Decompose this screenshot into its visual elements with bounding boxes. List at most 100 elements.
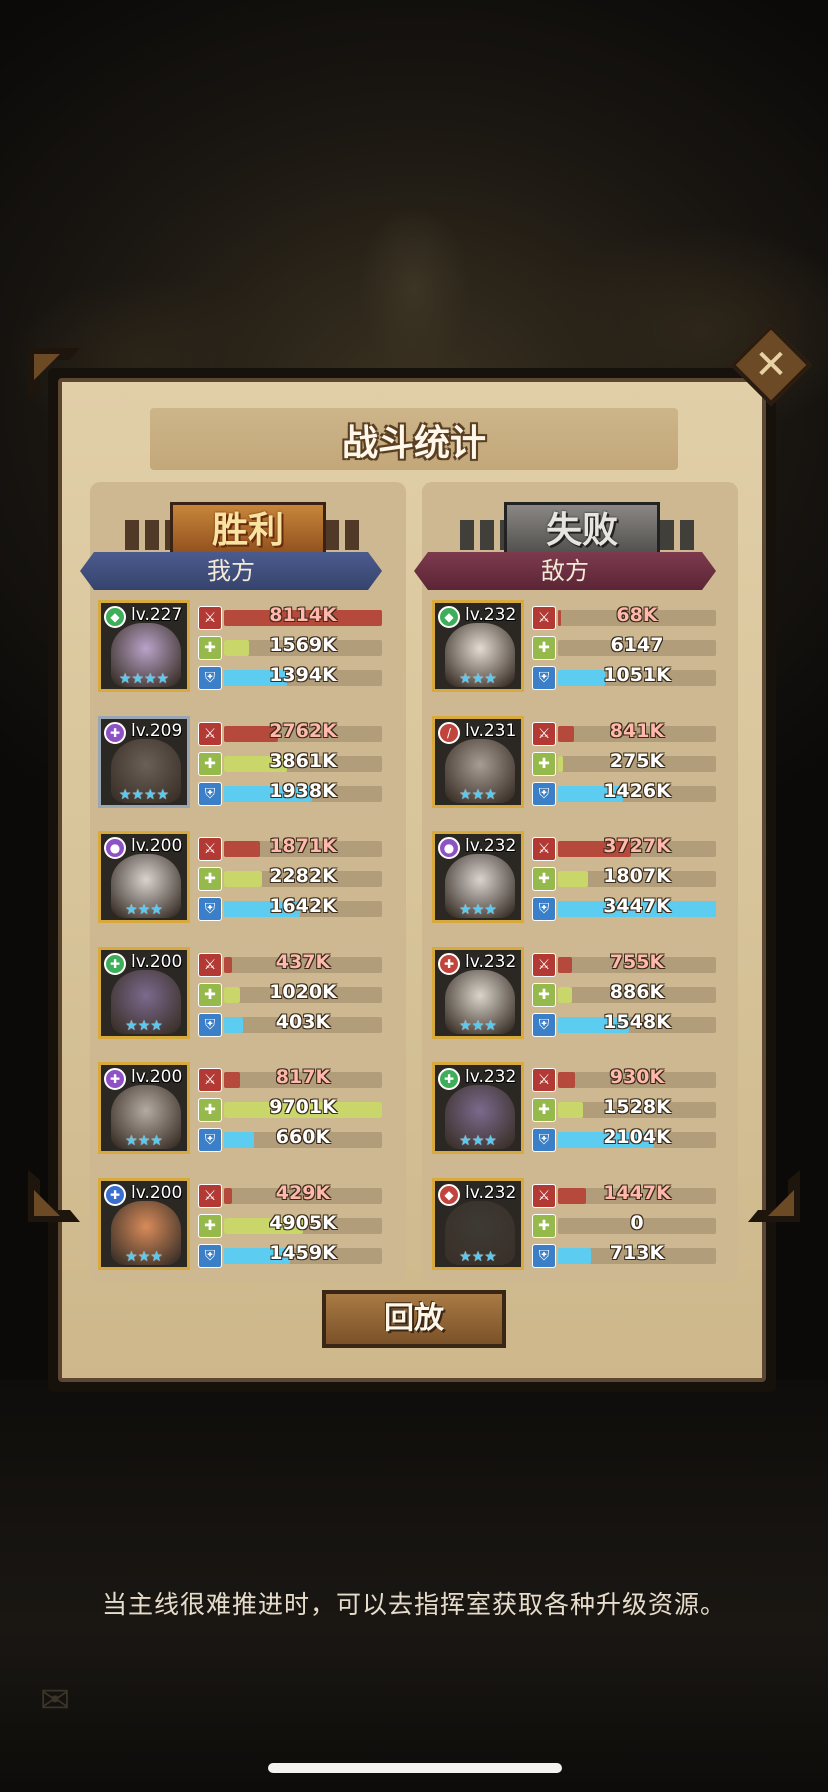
healing-value: 4905K [269, 1211, 337, 1234]
element-icon: ◆ [438, 1183, 460, 1206]
healing-stat: ✚ 9701K [198, 1096, 382, 1122]
hero-card[interactable]: ✚ lv.200 ★★★ ⚔ 817K ✚ 9701K ⛨ 660K [88, 1062, 384, 1158]
hero-card[interactable]: ◆ lv.232 ★★★ ⚔ 68K ✚ 6147 ⛨ 1051K [422, 600, 718, 696]
damage-value: 1871K [269, 835, 337, 857]
damage-value: 2762K [269, 719, 337, 742]
damage-stat: ⚔ 1447K [532, 1182, 716, 1208]
damage-taken-value: 1426K [603, 779, 671, 802]
hero-level: lv.200 [131, 836, 183, 856]
hero-stars: ★★★★ [118, 786, 170, 803]
damage-value: 68K [616, 604, 658, 626]
damage-taken-value: 3447K [603, 895, 671, 917]
healing-value: 1569K [269, 634, 337, 656]
damage-taken-stat: ⛨ 660K [198, 1126, 382, 1152]
hero-card[interactable]: ◆ lv.227 ★★★★ ⚔ 8114K ✚ 1569K ⛨ 1394K [88, 600, 384, 696]
sword-icon: ⚔ [198, 606, 222, 630]
element-icon: ✚ [104, 721, 126, 744]
shield-icon: ⛨ [532, 781, 556, 806]
damage-stat: ⚔ 755K [532, 951, 716, 977]
hero-portrait[interactable]: ✚ lv.232 ★★★ [432, 1062, 524, 1154]
healing-stat: ✚ 275K [532, 750, 716, 776]
hero-level: lv.232 [465, 1067, 517, 1087]
damage-value: 930K [609, 1066, 665, 1088]
element-icon: ✚ [104, 1068, 126, 1090]
heal-icon: ✚ [198, 982, 222, 1007]
damage-stat: ⚔ 930K [532, 1066, 716, 1092]
damage-taken-stat: ⛨ 1051K [532, 664, 716, 690]
hero-card[interactable]: ● lv.232 ★★★ ⚔ 3727K ✚ 1807K ⛨ 3447K [422, 831, 718, 927]
healing-stat: ✚ 0 [532, 1212, 716, 1238]
panel-title: 战斗统计 [341, 423, 486, 464]
healing-value: 6147 [610, 634, 664, 656]
damage-stat: ⚔ 2762K [198, 720, 382, 746]
damage-value: 841K [609, 719, 665, 742]
shield-icon: ⛨ [532, 1012, 556, 1037]
hero-card[interactable]: ◆ lv.232 ★★★ ⚔ 1447K ✚ 0 ⛨ 713K [422, 1177, 718, 1274]
shield-icon: ⛨ [198, 1012, 222, 1037]
damage-stat: ⚔ 8114K [198, 604, 382, 630]
shield-icon: ⛨ [532, 1243, 556, 1268]
hero-card[interactable]: ● lv.200 ★★★ ⚔ 1871K ✚ 2282K ⛨ 1642K [88, 831, 384, 927]
replay-button[interactable]: 回放 [322, 1290, 506, 1348]
damage-value: 437K [275, 950, 331, 973]
hero-portrait[interactable]: ◆ lv.232 ★★★ [432, 600, 524, 692]
hero-card[interactable]: ✚ lv.232 ★★★ ⚔ 755K ✚ 886K ⛨ 1548K [422, 946, 718, 1043]
defeat-badge: 失败 [504, 502, 660, 560]
hero-card[interactable]: ✚ lv.200 ★★★ ⚔ 437K ✚ 1020K ⛨ 403K [88, 946, 384, 1043]
hero-card[interactable]: / lv.231 ★★★ ⚔ 841K ✚ 275K ⛨ 1426K [422, 715, 718, 812]
hero-portrait[interactable]: ✚ lv.209 ★★★★ [98, 715, 190, 808]
hero-stars: ★★★ [459, 1133, 497, 1149]
hero-portrait[interactable]: ◆ lv.227 ★★★★ [98, 600, 190, 692]
healing-value: 1020K [269, 980, 337, 1003]
hero-stars: ★★★★ [118, 671, 170, 687]
damage-value: 755K [609, 950, 665, 973]
hero-level: lv.232 [465, 605, 517, 625]
damage-stat: ⚔ 1871K [198, 835, 382, 861]
element-icon: ◆ [104, 606, 126, 628]
shield-icon: ⛨ [198, 781, 222, 806]
healing-stat: ✚ 1020K [198, 981, 382, 1007]
hero-portrait[interactable]: ● lv.232 ★★★ [432, 831, 524, 923]
hero-stars: ★★★ [125, 1017, 163, 1034]
hero-portrait[interactable]: ✚ lv.232 ★★★ [432, 946, 524, 1039]
hero-level: lv.227 [131, 605, 183, 625]
hero-level: lv.231 [465, 720, 517, 741]
sword-icon: ⚔ [198, 1068, 222, 1092]
sword-icon: ⚔ [198, 952, 222, 977]
element-icon: ◆ [438, 606, 460, 628]
heal-icon: ✚ [532, 867, 556, 891]
hero-card[interactable]: ✚ lv.232 ★★★ ⚔ 930K ✚ 1528K ⛨ 2104K [422, 1062, 718, 1158]
healing-stat: ✚ 3861K [198, 750, 382, 776]
hero-portrait[interactable]: ✚ lv.200 ★★★ [98, 1177, 190, 1270]
hero-level: lv.200 [131, 1182, 183, 1203]
healing-stat: ✚ 1528K [532, 1096, 716, 1122]
damage-value: 817K [275, 1066, 331, 1088]
shield-icon: ⛨ [198, 1128, 222, 1152]
hero-portrait[interactable]: ✚ lv.200 ★★★ [98, 946, 190, 1039]
heal-icon: ✚ [532, 1098, 556, 1122]
damage-taken-value: 1642K [269, 895, 337, 917]
healing-stat: ✚ 1569K [198, 634, 382, 660]
healing-value: 3861K [269, 749, 337, 772]
sword-icon: ⚔ [532, 952, 556, 977]
hero-card[interactable]: ✚ lv.209 ★★★★ ⚔ 2762K ✚ 3861K ⛨ 1938K [88, 715, 384, 812]
element-icon: ✚ [438, 952, 460, 975]
damage-taken-value: 403K [275, 1010, 331, 1033]
close-icon[interactable]: ✕ [742, 336, 800, 394]
shield-icon: ⛨ [198, 897, 222, 921]
damage-taken-stat: ⛨ 1642K [198, 895, 382, 921]
hero-portrait[interactable]: ✚ lv.200 ★★★ [98, 1062, 190, 1154]
hero-card[interactable]: ✚ lv.200 ★★★ ⚔ 429K ✚ 4905K ⛨ 1459K [88, 1177, 384, 1274]
home-indicator[interactable] [268, 1763, 562, 1773]
hero-portrait[interactable]: ● lv.200 ★★★ [98, 831, 190, 923]
shield-icon: ⛨ [532, 1128, 556, 1152]
hero-portrait[interactable]: ◆ lv.232 ★★★ [432, 1177, 524, 1270]
sword-icon: ⚔ [532, 721, 556, 746]
healing-stat: ✚ 2282K [198, 865, 382, 891]
faded-menu-icon: ✉ [40, 1680, 71, 1721]
sword-icon: ⚔ [198, 1183, 222, 1208]
damage-taken-value: 1548K [603, 1010, 671, 1033]
heal-icon: ✚ [198, 1213, 222, 1238]
hero-portrait[interactable]: / lv.231 ★★★ [432, 715, 524, 808]
hero-level: lv.232 [465, 951, 517, 972]
